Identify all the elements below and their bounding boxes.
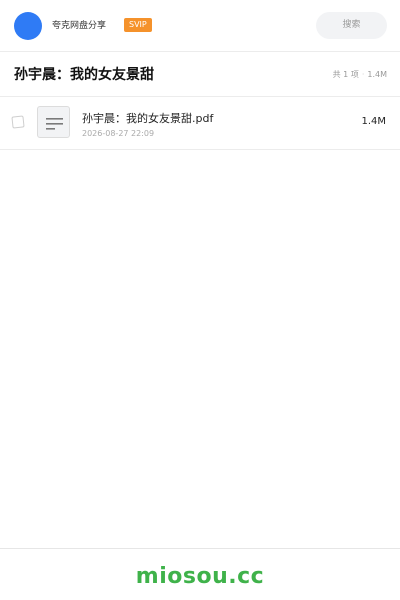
share-page: 夸克网盘分享 SVIP 搜索 孙宇晨：我的女友景甜 共 1 项 · 1.4M 孙宇晨… xyxy=(0,0,400,600)
document-lines-icon xyxy=(37,106,70,138)
top-bar: 夸克网盘分享 SVIP 搜索 xyxy=(0,0,400,52)
folder-header: 孙宇晨：我的女友景甜 共 1 项 · 1.4M xyxy=(0,52,400,97)
file-checkbox[interactable] xyxy=(11,115,25,129)
svip-badge: SVIP xyxy=(124,18,152,32)
file-date: 2026-08-27 22:09 xyxy=(82,129,155,138)
file-size: 1.4M xyxy=(361,116,386,127)
avatar[interactable] xyxy=(14,12,42,40)
file-row[interactable]: 孙宇晨：我的女友景甜.pdf 2026-08-27 22:09 1.4M xyxy=(0,97,400,150)
footer-brand-link[interactable]: miosou.cc xyxy=(0,563,400,591)
footer: miosou.cc xyxy=(0,548,400,600)
document-lines-glyph xyxy=(46,118,63,130)
page-title: 孙宇晨：我的女友景甜 xyxy=(14,67,154,83)
total-size: 1.4M xyxy=(367,70,387,79)
sharer-name: 夸克网盘分享 xyxy=(52,21,107,31)
search-input[interactable]: 搜索 xyxy=(316,12,387,39)
item-count: 共 1 项 xyxy=(332,70,359,79)
separator-dot: · xyxy=(361,70,365,79)
file-name[interactable]: 孙宇晨：我的女友景甜.pdf xyxy=(82,111,213,127)
folder-summary: 共 1 项 · 1.4M xyxy=(333,68,387,82)
